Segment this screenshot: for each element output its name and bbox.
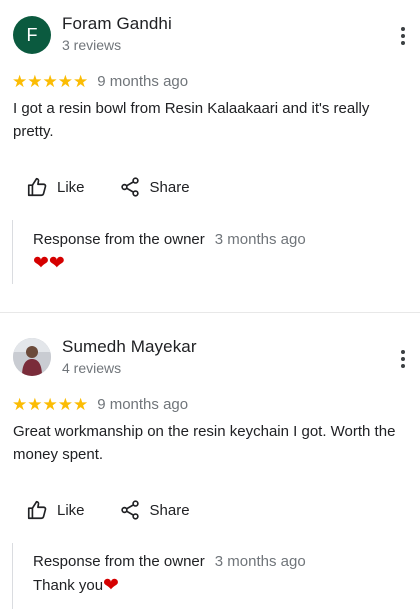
star-icon: ★★★★★ [12, 395, 89, 414]
avatar[interactable] [13, 338, 51, 376]
heart-icon: ❤ [103, 574, 119, 596]
like-button[interactable]: Like [26, 499, 85, 521]
owner-response-text: ❤❤ [33, 254, 392, 273]
review-actions: Like Share [26, 499, 224, 521]
review-text: I got a resin bowl from Resin Kalaakaari… [13, 100, 370, 140]
review-date: 9 months ago [97, 73, 189, 90]
review-card: F Foram Gandhi 3 reviews ★★★★★ 9 months … [0, 0, 420, 312]
more-vert-icon [401, 350, 405, 354]
more-vert-icon [401, 27, 405, 31]
owner-response: Response from the owner 3 months ago ❤❤ [12, 220, 392, 284]
share-button[interactable]: Share [119, 176, 190, 198]
avatar-letter: F [26, 24, 38, 45]
user-photo-icon [13, 338, 51, 376]
owner-response-text: Thank you ❤ [33, 574, 119, 596]
like-label: Like [57, 178, 85, 196]
star-icon: ★★★★★ [12, 72, 89, 91]
owner-response-date: 3 months ago [214, 553, 306, 570]
author-name[interactable]: Sumedh Mayekar [62, 337, 197, 357]
share-icon [120, 500, 139, 520]
author-name[interactable]: Foram Gandhi [62, 14, 172, 34]
like-button[interactable]: Like [26, 176, 85, 198]
owner-response-label: Response from the owner [33, 231, 205, 248]
more-options-button[interactable] [394, 347, 412, 371]
like-label: Like [57, 501, 85, 519]
review-date: 9 months ago [97, 396, 189, 413]
share-button[interactable]: Share [119, 499, 190, 521]
thumbs-up-icon [27, 500, 47, 520]
heart-icon: ❤❤ [33, 252, 65, 274]
rating-row: ★★★★★ 9 months ago [12, 73, 188, 90]
share-label: Share [149, 178, 190, 196]
review-card: Sumedh Mayekar 4 reviews ★★★★★ 9 months … [0, 313, 420, 609]
avatar[interactable]: F [13, 16, 51, 54]
review-actions: Like Share [26, 176, 224, 198]
share-icon [120, 177, 139, 197]
owner-response-date: 3 months ago [214, 231, 306, 248]
owner-response-label: Response from the owner [33, 553, 205, 570]
more-options-button[interactable] [394, 24, 412, 48]
thumbs-up-icon [27, 177, 47, 197]
rating-row: ★★★★★ 9 months ago [12, 396, 188, 413]
owner-response: Response from the owner 3 months ago Tha… [12, 543, 392, 609]
review-count[interactable]: 3 reviews [62, 37, 121, 53]
review-text: Great workmanship on the resin keychain … [13, 423, 396, 463]
review-count[interactable]: 4 reviews [62, 360, 121, 376]
share-label: Share [149, 501, 190, 519]
